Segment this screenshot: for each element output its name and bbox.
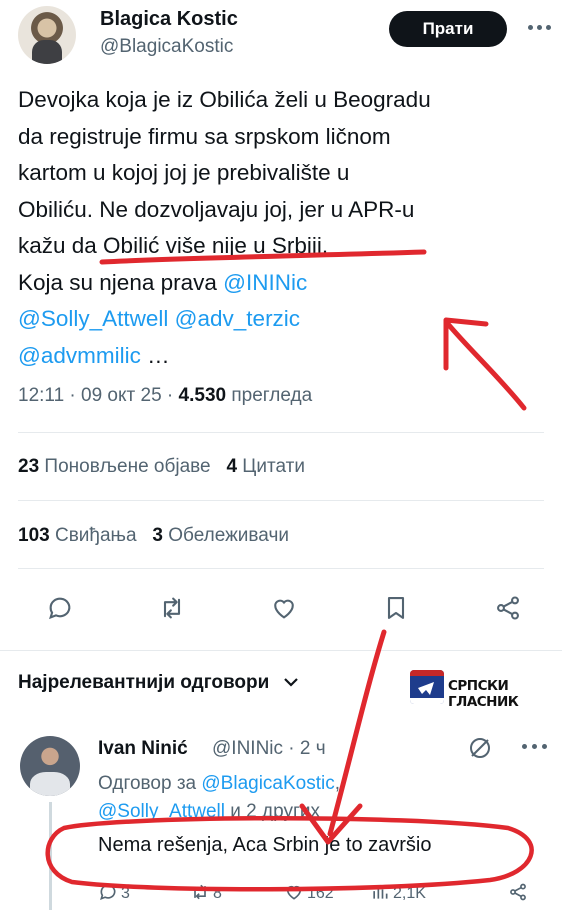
reply-replies-count: 3 xyxy=(121,885,130,902)
chevron-down-icon xyxy=(283,672,299,694)
grok-icon[interactable] xyxy=(466,734,494,762)
likes-label[interactable]: Свиђања xyxy=(50,525,137,546)
tweet-meta: 12:11 · 09 окт 25 · 4.530 прегледа xyxy=(18,385,312,407)
reply-views-count: 2,1K xyxy=(393,885,426,902)
reply-repost-button[interactable]: 8 xyxy=(190,882,222,903)
more-options-icon[interactable] xyxy=(526,16,554,40)
mention-link[interactable]: @Solly_Attwell xyxy=(98,801,225,822)
show-more-ellipsis[interactable]: … xyxy=(141,343,170,368)
tweet-line: Obiliću. Ne dozvoljavaju joj, jer u APR-… xyxy=(18,196,415,222)
repost-icon[interactable] xyxy=(152,588,192,628)
reply-likes-count: 162 xyxy=(307,885,334,902)
reply-to-line: Одговор за @BlagicaKostic, @Solly_Attwel… xyxy=(98,773,341,822)
quotes-count[interactable]: 4 xyxy=(226,456,237,477)
replies-sort-dropdown[interactable]: Најрелевантнији одговори xyxy=(18,672,299,694)
watermark-label: СРПСКИ ГЛАСНИК xyxy=(448,678,519,710)
tweet-line-text: Koja su njena prava xyxy=(18,269,224,295)
divider xyxy=(0,650,562,651)
reposts-label[interactable]: Поновљене објаве xyxy=(39,456,210,477)
share-icon xyxy=(510,883,526,901)
mention-link[interactable]: @adv_terzic xyxy=(175,306,300,331)
reply-author-handle[interactable]: @ININic · 2 ч xyxy=(212,738,326,760)
heart-icon[interactable] xyxy=(264,588,304,628)
quotes-label[interactable]: Цитати xyxy=(237,456,305,477)
tweet-line: kažu da Obilić više nije u Srbiji. xyxy=(18,233,329,258)
mention-link[interactable]: @BlagicaKostic xyxy=(201,773,334,794)
tweet-line: Devojka koja je iz Obilića želi u Beogra… xyxy=(18,87,431,112)
follow-button[interactable]: Прати xyxy=(389,11,507,47)
tweet-line: @Solly_Attwell @adv_terzic xyxy=(18,301,548,338)
tweet-line: @advmmilic … xyxy=(18,338,548,375)
share-icon[interactable] xyxy=(488,588,528,628)
author-name[interactable]: Blagica Kostic xyxy=(100,8,238,31)
like-stats: 103 Свиђања 3 Обележивачи xyxy=(18,525,289,547)
reply-share-button[interactable] xyxy=(508,882,531,903)
views-count: 4.530 xyxy=(178,385,227,406)
reply-actions: 3 8 162 2,1K xyxy=(0,878,562,910)
reply-text: Nema rešenja, Aca Srbin je to završio xyxy=(98,834,432,856)
reply-icon[interactable] xyxy=(40,588,80,628)
replies-sort-label: Најрелевантнији одговори xyxy=(18,672,270,693)
tweet-timestamp[interactable]: 12:11 · 09 окт 25 · xyxy=(18,385,179,406)
likes-count[interactable]: 103 xyxy=(18,525,50,546)
repost-icon xyxy=(194,884,206,900)
tweet-text: Devojka koja je iz Obilića želi u Beogra… xyxy=(18,82,548,374)
reply-to-prefix: Одговор за xyxy=(98,773,202,794)
views-label: прегледа xyxy=(226,385,313,406)
reply-reposts-count: 8 xyxy=(213,885,222,902)
divider xyxy=(18,500,544,501)
bookmarks-label[interactable]: Обележивачи xyxy=(163,525,289,546)
more-options-icon[interactable] xyxy=(520,742,550,752)
mention-link[interactable]: @advmmilic xyxy=(18,343,141,368)
tweet-header: Blagica Kostic @BlagicaKostic Прати xyxy=(0,0,562,70)
author-handle[interactable]: @BlagicaKostic xyxy=(100,36,233,58)
reply-to-suffix[interactable]: и 2 других xyxy=(225,801,320,822)
heart-icon xyxy=(286,885,302,900)
author-avatar[interactable] xyxy=(18,6,76,64)
divider xyxy=(18,568,544,569)
bookmarks-count[interactable]: 3 xyxy=(152,525,163,546)
reply-tweet[interactable]: Ivan Ninić @ININic · 2 ч Одговор за @Bla… xyxy=(0,730,562,910)
tweet-line: Koja su njena prava @ININic xyxy=(18,265,548,302)
reply-reply-button[interactable]: 3 xyxy=(98,882,130,903)
tweet-actions xyxy=(0,588,562,628)
divider xyxy=(18,432,544,433)
reply-icon xyxy=(100,884,116,901)
reposts-count[interactable]: 23 xyxy=(18,456,39,477)
srpski-glasnik-logo-icon xyxy=(410,670,444,704)
reply-views-button[interactable]: 2,1K xyxy=(370,882,426,903)
views-icon xyxy=(373,886,388,899)
mention-link[interactable]: @Solly_Attwell xyxy=(18,306,168,331)
reply-author-name[interactable]: Ivan Ninić xyxy=(98,738,188,760)
repost-stats: 23 Поновљене објаве 4 Цитати xyxy=(18,456,305,478)
reply-avatar[interactable] xyxy=(20,736,80,796)
bookmark-icon[interactable] xyxy=(376,588,416,628)
tweet-line: kartom u kojoj joj je prebivalište u xyxy=(18,160,350,185)
mention-link[interactable]: @ININic xyxy=(223,270,307,295)
reply-like-button[interactable]: 162 xyxy=(284,882,334,903)
tweet-line: da registruje firmu sa srpskom ličnom xyxy=(18,123,391,149)
watermark-logo: СРПСКИ ГЛАСНИК xyxy=(410,670,558,710)
